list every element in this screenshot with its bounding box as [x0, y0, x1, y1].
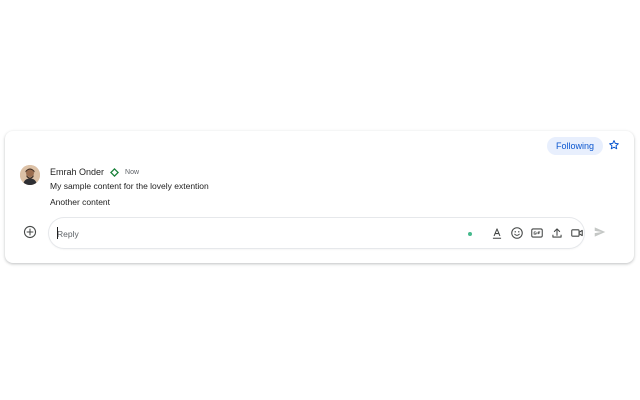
author-name: Emrah Onder: [50, 167, 105, 177]
send-icon[interactable]: [593, 225, 607, 239]
star-icon[interactable]: [608, 139, 620, 151]
comment-card: Following Emrah Onder Now My sample cont…: [5, 131, 634, 263]
add-circle-icon[interactable]: [23, 225, 37, 239]
upload-icon[interactable]: [550, 226, 564, 240]
avatar: [20, 165, 40, 185]
timestamp: Now: [125, 168, 140, 176]
gif-icon[interactable]: [530, 226, 544, 240]
status-dot: [468, 232, 472, 236]
comment-header: Emrah Onder Now: [50, 166, 139, 178]
format-text-icon[interactable]: [490, 226, 504, 240]
message-line: Another content: [50, 197, 111, 207]
emoji-icon[interactable]: [510, 226, 524, 240]
following-button[interactable]: Following: [547, 137, 604, 155]
reply-input[interactable]: [57, 227, 237, 241]
message-line: My sample content for the lovely extenti…: [50, 181, 209, 191]
reply-box: [49, 218, 584, 248]
video-call-icon[interactable]: [570, 226, 584, 240]
diamond-badge-icon: [110, 167, 120, 177]
text-cursor: [57, 227, 58, 239]
